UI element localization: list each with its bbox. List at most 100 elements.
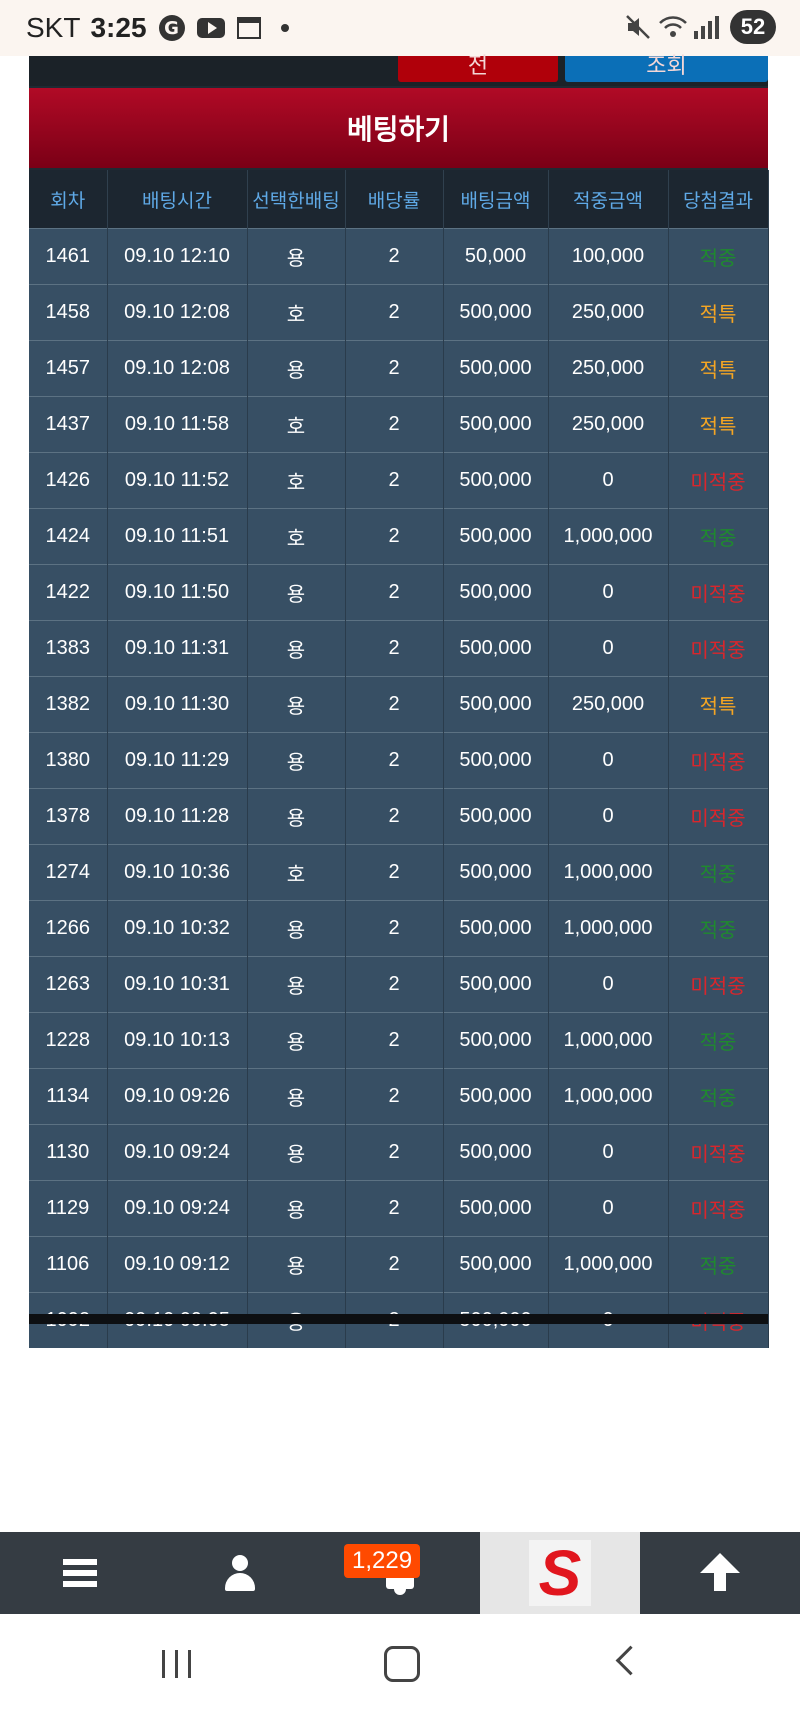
cell-bet-amount: 500,000 — [443, 620, 549, 677]
table-row: 1422 09.10 11:50 용 2 500,000 0 미적중 — [29, 564, 769, 621]
table-row: 1378 09.10 11:28 용 2 500,000 0 미적중 — [29, 788, 769, 845]
cell-round: 1134 — [29, 1068, 108, 1125]
cell-odds: 2 — [345, 1180, 444, 1237]
cell-result: 미적중 — [668, 1180, 769, 1237]
cell-win-amount: 0 — [548, 732, 669, 789]
cell-selected-bet: 용 — [247, 1068, 346, 1125]
cell-odds: 2 — [345, 676, 444, 733]
cell-bet-time: 09.10 11:31 — [107, 620, 248, 677]
cell-bet-amount: 50,000 — [443, 228, 549, 285]
cell-result: 적중 — [668, 844, 769, 901]
cell-selected-bet: 호 — [247, 508, 346, 565]
betting-history-table: 회차 배팅시간 선택한배팅 배당률 배팅금액 적중금액 당첨결과 1461 09.… — [29, 170, 769, 1348]
cell-result: 적중 — [668, 900, 769, 957]
cell-odds: 2 — [345, 956, 444, 1013]
cell-result: 적중 — [668, 508, 769, 565]
cell-win-amount: 1,000,000 — [548, 900, 669, 957]
cell-odds: 2 — [345, 452, 444, 509]
header-bet-time: 배팅시간 — [107, 170, 248, 229]
arrow-up-icon — [700, 1553, 740, 1593]
carrier-label: SKT — [26, 12, 81, 43]
cell-selected-bet: 용 — [247, 564, 346, 621]
notification-count-badge: 1,229 — [344, 1544, 421, 1578]
cell-result: 적특 — [668, 284, 769, 341]
table-bottom-border — [29, 1314, 768, 1324]
cell-odds: 2 — [345, 1124, 444, 1181]
cell-win-amount: 250,000 — [548, 284, 669, 341]
cell-result: 미적중 — [668, 564, 769, 621]
cell-win-amount: 100,000 — [548, 228, 669, 285]
cell-result: 적중 — [668, 1236, 769, 1293]
cell-win-amount: 0 — [548, 1180, 669, 1237]
user-button[interactable] — [160, 1532, 320, 1614]
cell-round: 1383 — [29, 620, 108, 677]
cell-bet-time: 09.10 11:30 — [107, 676, 248, 733]
cell-round: 1378 — [29, 788, 108, 845]
cell-bet-time: 09.10 11:52 — [107, 452, 248, 509]
cell-selected-bet: 용 — [247, 676, 346, 733]
table-header-row: 회차 배팅시간 선택한배팅 배당률 배팅금액 적중금액 당첨결과 — [29, 170, 769, 229]
cell-win-amount: 0 — [548, 452, 669, 509]
table-row: 1228 09.10 10:13 용 2 500,000 1,000,000 적중 — [29, 1012, 769, 1069]
cell-round: 1461 — [29, 228, 108, 285]
cell-win-amount: 1,000,000 — [548, 1012, 669, 1069]
cell-odds: 2 — [345, 1068, 444, 1125]
cell-win-amount: 1,000,000 — [548, 1236, 669, 1293]
table-row: 1129 09.10 09:24 용 2 500,000 0 미적중 — [29, 1180, 769, 1237]
top-red-button-label: 전 — [467, 54, 489, 79]
cell-odds: 2 — [345, 620, 444, 677]
cell-selected-bet: 용 — [247, 900, 346, 957]
cell-bet-amount: 500,000 — [443, 900, 549, 957]
home-icon[interactable] — [384, 1646, 420, 1682]
cell-bet-amount: 500,000 — [443, 844, 549, 901]
table-row: 1426 09.10 11:52 호 2 500,000 0 미적중 — [29, 452, 769, 509]
cell-odds: 2 — [345, 844, 444, 901]
menu-button[interactable] — [0, 1532, 160, 1614]
table-row: 1461 09.10 12:10 용 2 50,000 100,000 적중 — [29, 228, 769, 285]
user-icon — [224, 1555, 256, 1591]
cell-bet-time: 09.10 12:08 — [107, 284, 248, 341]
top-blue-button[interactable]: 조회 — [565, 54, 768, 82]
battery-indicator: 52 — [730, 10, 776, 44]
cell-result: 미적중 — [668, 1124, 769, 1181]
table-body: 1461 09.10 12:10 용 2 50,000 100,000 적중 1458 09.1… — [29, 228, 769, 1348]
cell-bet-amount: 500,000 — [443, 732, 549, 789]
cell-selected-bet: 호 — [247, 844, 346, 901]
table-row: 1263 09.10 10:31 용 2 500,000 0 미적중 — [29, 956, 769, 1013]
cell-bet-time: 09.10 12:10 — [107, 228, 248, 285]
scroll-top-button[interactable] — [640, 1532, 800, 1614]
cell-round: 1274 — [29, 844, 108, 901]
cell-bet-time: 09.10 11:51 — [107, 508, 248, 565]
cell-round: 1382 — [29, 676, 108, 733]
recents-icon[interactable] — [162, 1650, 192, 1678]
cell-odds: 2 — [345, 564, 444, 621]
cell-round: 1437 — [29, 396, 108, 453]
cell-bet-amount: 500,000 — [443, 788, 549, 845]
cell-selected-bet: 용 — [247, 788, 346, 845]
back-icon[interactable] — [615, 1645, 646, 1676]
cell-bet-time: 09.10 10:36 — [107, 844, 248, 901]
cell-selected-bet: 용 — [247, 956, 346, 1013]
logo-button[interactable]: S — [480, 1532, 640, 1614]
cell-odds: 2 — [345, 1236, 444, 1293]
table-row: 1458 09.10 12:08 호 2 500,000 250,000 적특 — [29, 284, 769, 341]
top-red-button[interactable]: 전 — [398, 54, 558, 82]
cell-bet-time: 09.10 11:58 — [107, 396, 248, 453]
cell-bet-time: 09.10 11:28 — [107, 788, 248, 845]
table-row: 1274 09.10 10:36 호 2 500,000 1,000,000 적중 — [29, 844, 769, 901]
system-nav-bar — [0, 1614, 800, 1716]
cell-result: 적중 — [668, 1068, 769, 1125]
cell-result: 적특 — [668, 340, 769, 397]
header-round: 회차 — [29, 170, 108, 229]
cell-odds: 2 — [345, 508, 444, 565]
cell-round: 1106 — [29, 1236, 108, 1293]
notifications-button[interactable]: 1,229 — [320, 1532, 480, 1614]
cell-odds: 2 — [345, 340, 444, 397]
cell-selected-bet: 호 — [247, 452, 346, 509]
cell-bet-amount: 500,000 — [443, 1012, 549, 1069]
cell-round: 1129 — [29, 1180, 108, 1237]
cell-round: 1458 — [29, 284, 108, 341]
cell-odds: 2 — [345, 900, 444, 957]
cell-result: 미적중 — [668, 620, 769, 677]
cell-win-amount: 250,000 — [548, 340, 669, 397]
